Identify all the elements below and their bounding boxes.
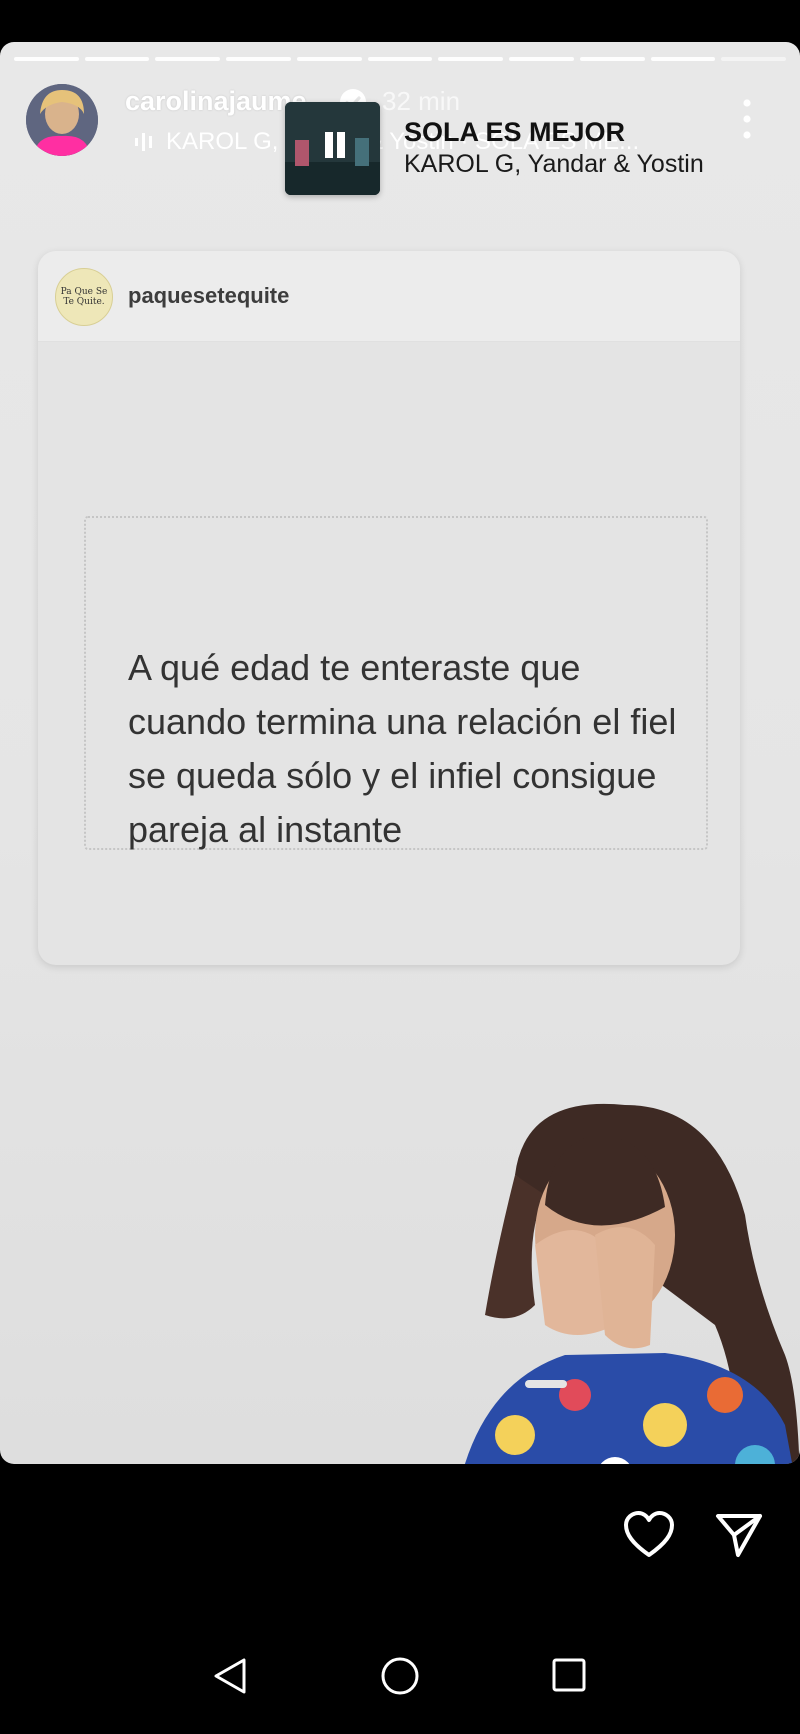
progress-segment: [84, 57, 150, 61]
story-viewer[interactable]: carolinajaume 32 min KAROL G, Yandar & Y…: [0, 42, 800, 1464]
shared-post-username[interactable]: paquesetequite: [128, 283, 289, 309]
shared-post-header: Pa Que Se Te Quite. paquesetequite: [38, 251, 740, 342]
album-art: [285, 101, 380, 195]
progress-segment: [14, 57, 79, 61]
progress-segment: [226, 57, 291, 61]
sticker-woman-covering-face: [464, 1103, 800, 1464]
song-artist: KAROL G, Yandar & Yostin: [404, 150, 704, 178]
send-icon[interactable]: [714, 1510, 764, 1560]
progress-segment: [509, 57, 574, 61]
progress-segment: [579, 57, 645, 61]
progress-segment: [650, 57, 716, 61]
shared-post-avatar[interactable]: Pa Que Se Te Quite.: [55, 268, 113, 326]
music-sticker[interactable]: SOLA ES MEJOR KAROL G, Yandar & Yostin: [285, 98, 775, 198]
song-title: SOLA ES MEJOR: [404, 117, 626, 147]
audio-bars-icon: [135, 133, 152, 151]
progress-segment: [438, 57, 504, 61]
user-avatar[interactable]: [26, 84, 98, 156]
username[interactable]: carolinajaume: [125, 86, 307, 117]
shared-post-quote: A qué edad te enteraste que cuando termi…: [128, 647, 677, 850]
story-progress-bar: [14, 57, 787, 61]
progress-segment: [367, 57, 433, 61]
shared-post-card[interactable]: Pa Que Se Te Quite. paquesetequite A qué…: [38, 251, 740, 965]
home-circle-icon[interactable]: [380, 1656, 420, 1696]
recents-square-icon[interactable]: [552, 1658, 586, 1692]
system-navigation-bar: [0, 1640, 800, 1734]
back-triangle-icon[interactable]: [210, 1656, 250, 1696]
progress-segment: [721, 57, 787, 61]
progress-segment: [296, 57, 362, 61]
progress-segment: [155, 57, 221, 61]
heart-icon[interactable]: [622, 1510, 676, 1560]
